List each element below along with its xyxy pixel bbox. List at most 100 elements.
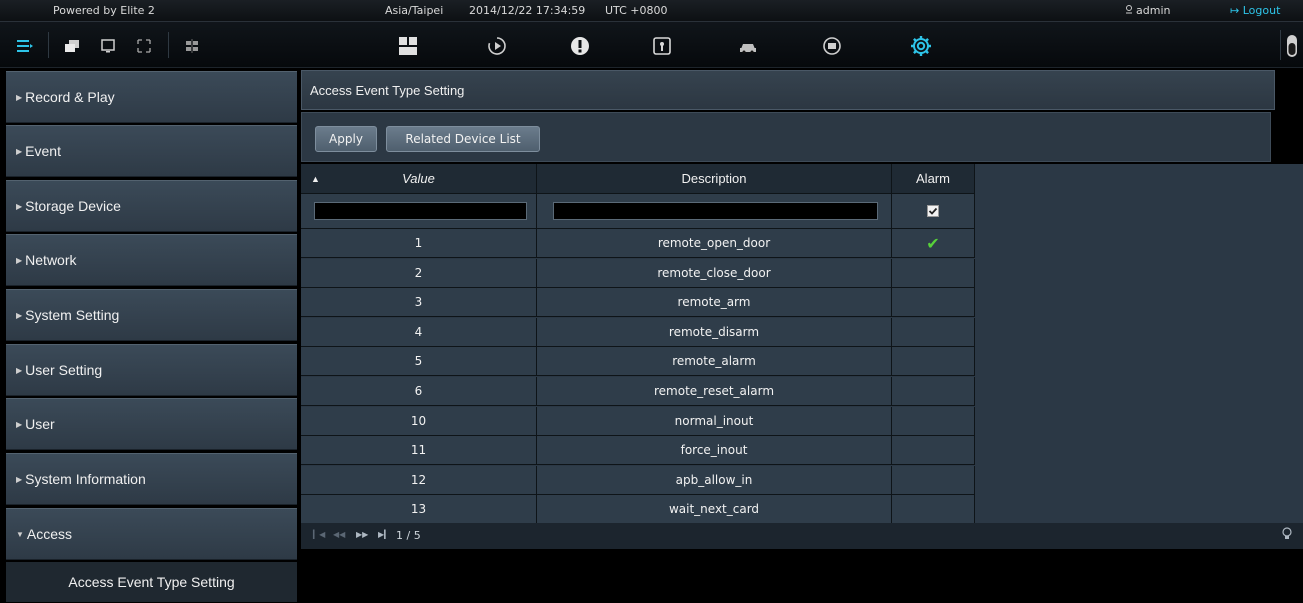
- logout-label: Logout: [1242, 4, 1281, 17]
- value-cell: 5: [301, 347, 537, 376]
- description-cell: apb_allow_in: [537, 466, 892, 495]
- sidebar-item-access[interactable]: ▼ Access: [6, 508, 297, 560]
- settings-gear-icon[interactable]: [907, 32, 935, 60]
- description-filter-input[interactable]: [553, 202, 878, 220]
- expand-arrow-icon: ▶: [16, 474, 23, 484]
- access-panel-icon[interactable]: [648, 32, 676, 60]
- prev-page-icon[interactable]: ◀◀: [333, 530, 345, 539]
- filter-cell-value: [301, 194, 537, 229]
- sidebar-item-record-play[interactable]: ▶ Record & Play: [6, 71, 297, 123]
- sidebar-item-user-setting[interactable]: ▶ User Setting: [6, 344, 297, 396]
- sidebar-subitem-label: Access Event Type Setting: [68, 574, 235, 590]
- description-cell: force_inout: [537, 436, 892, 465]
- scroll-knob-icon[interactable]: [1283, 32, 1301, 60]
- next-page-icon[interactable]: ▶▶: [356, 530, 368, 539]
- column-header-label: Value: [402, 171, 435, 186]
- table-row[interactable]: 6 remote_reset_alarm: [301, 377, 975, 407]
- value-cell: 6: [301, 377, 537, 406]
- description-cell: remote_close_door: [537, 259, 892, 288]
- alarm-cell: [892, 407, 975, 436]
- table-row[interactable]: 5 remote_alarm: [301, 347, 975, 377]
- table-row[interactable]: 3 remote_arm: [301, 288, 975, 318]
- description-cell: wait_next_card: [537, 495, 892, 524]
- alarm-cell: [892, 436, 975, 465]
- action-bar: Apply Related Device List: [301, 112, 1271, 162]
- column-header-description[interactable]: Description: [537, 164, 892, 194]
- table-row[interactable]: 2 remote_close_door: [301, 259, 975, 289]
- checkmark-icon: ✔: [926, 233, 940, 253]
- alarm-cell: [892, 466, 975, 495]
- alarm-filter-checkbox[interactable]: [927, 205, 939, 217]
- alarm-cell: [892, 347, 975, 376]
- menu-list-icon[interactable]: [10, 32, 38, 60]
- toolbar-divider: [1280, 30, 1281, 60]
- filter-cell-description: [537, 194, 892, 229]
- description-cell: remote_alarm: [537, 347, 892, 376]
- column-header-label: Alarm: [916, 171, 950, 186]
- expand-arrow-icon: ▶: [16, 310, 23, 320]
- value-filter-input[interactable]: [314, 202, 527, 220]
- sidebar-item-label: Record & Play: [25, 89, 115, 105]
- expand-arrow-icon: ▶: [16, 92, 23, 102]
- value-cell: 11: [301, 436, 537, 465]
- table-row[interactable]: 4 remote_disarm: [301, 318, 975, 348]
- expand-arrow-icon: ▶: [16, 365, 23, 375]
- main-panel: Access Event Type Setting Apply Related …: [301, 68, 1303, 603]
- utc-offset-text: UTC +0800: [605, 4, 668, 17]
- table-row[interactable]: 10 normal_inout: [301, 407, 975, 437]
- table-row[interactable]: 11 force_inout: [301, 436, 975, 466]
- description-cell: remote_open_door: [537, 229, 892, 258]
- monitor-icon[interactable]: [94, 32, 122, 60]
- table-row[interactable]: 12 apb_allow_in: [301, 466, 975, 496]
- sidebar-item-user[interactable]: ▶ User: [6, 398, 297, 450]
- car-icon[interactable]: [734, 32, 762, 60]
- sidebar-item-event[interactable]: ▶ Event: [6, 125, 297, 177]
- alert-icon[interactable]: [566, 32, 594, 60]
- table-row[interactable]: 13 wait_next_card: [301, 495, 975, 525]
- column-header-label: Description: [681, 171, 747, 186]
- username-text: admin: [1136, 4, 1171, 17]
- last-page-icon[interactable]: ▶▎: [378, 530, 390, 539]
- table-row[interactable]: 1 remote_open_door ✔: [301, 229, 975, 259]
- sidebar-item-system-setting[interactable]: ▶ System Setting: [6, 289, 297, 341]
- windows-icon[interactable]: [58, 32, 86, 60]
- toolbar-divider: [168, 32, 169, 58]
- toolbar-divider: [48, 32, 49, 58]
- sidebar-item-network[interactable]: ▶ Network: [6, 234, 297, 286]
- value-cell: 2: [301, 259, 537, 288]
- split-icon[interactable]: [178, 32, 206, 60]
- sidebar-item-label: Storage Device: [25, 198, 121, 214]
- apply-button[interactable]: Apply: [315, 126, 377, 152]
- sidebar-subitem-access-event-type-setting[interactable]: Access Event Type Setting: [6, 562, 297, 602]
- alarm-cell: [892, 318, 975, 347]
- column-header-alarm[interactable]: Alarm: [892, 164, 975, 194]
- sidebar-item-system-information[interactable]: ▶ System Information: [6, 453, 297, 505]
- alarm-cell: [892, 377, 975, 406]
- sidebar-item-label: System Information: [25, 471, 146, 487]
- pager-bar: ▎◀ ◀◀ ▶▶ ▶▎ 1 / 5: [301, 523, 1303, 549]
- value-cell: 3: [301, 288, 537, 317]
- expand-arrow-icon: ▶: [16, 146, 23, 156]
- fullscreen-icon[interactable]: [130, 32, 158, 60]
- column-header-value[interactable]: ▲ Value: [301, 164, 537, 194]
- sidebar: ▶ Record & Play ▶ Event ▶ Storage Device…: [0, 68, 297, 603]
- value-cell: 1: [301, 229, 537, 258]
- expand-arrow-icon: ▶: [16, 419, 23, 429]
- sidebar-item-storage-device[interactable]: ▶ Storage Device: [6, 180, 297, 232]
- playback-icon[interactable]: [483, 32, 511, 60]
- lightbulb-icon[interactable]: [1281, 527, 1293, 544]
- status-bar: Powered by Elite 2 Asia/Taipei 2014/12/2…: [0, 0, 1303, 22]
- first-page-icon[interactable]: ▎◀: [313, 530, 325, 539]
- user-icon: [1124, 4, 1134, 17]
- sidebar-item-label: User: [25, 416, 55, 432]
- event-type-grid: ▲ Value Description Alarm 1 remote_open_d…: [301, 164, 1303, 525]
- main-toolbar: [0, 22, 1303, 68]
- related-device-list-button[interactable]: Related Device List: [386, 126, 540, 152]
- layout-grid-icon[interactable]: [394, 32, 422, 60]
- pos-icon[interactable]: [818, 32, 846, 60]
- timezone-text: Asia/Taipei: [385, 4, 444, 17]
- description-cell: remote_reset_alarm: [537, 377, 892, 406]
- logout-link[interactable]: ↦ Logout: [1230, 4, 1280, 17]
- sidebar-item-label: Access: [26, 526, 73, 542]
- page-indicator: 1 / 5: [396, 529, 421, 542]
